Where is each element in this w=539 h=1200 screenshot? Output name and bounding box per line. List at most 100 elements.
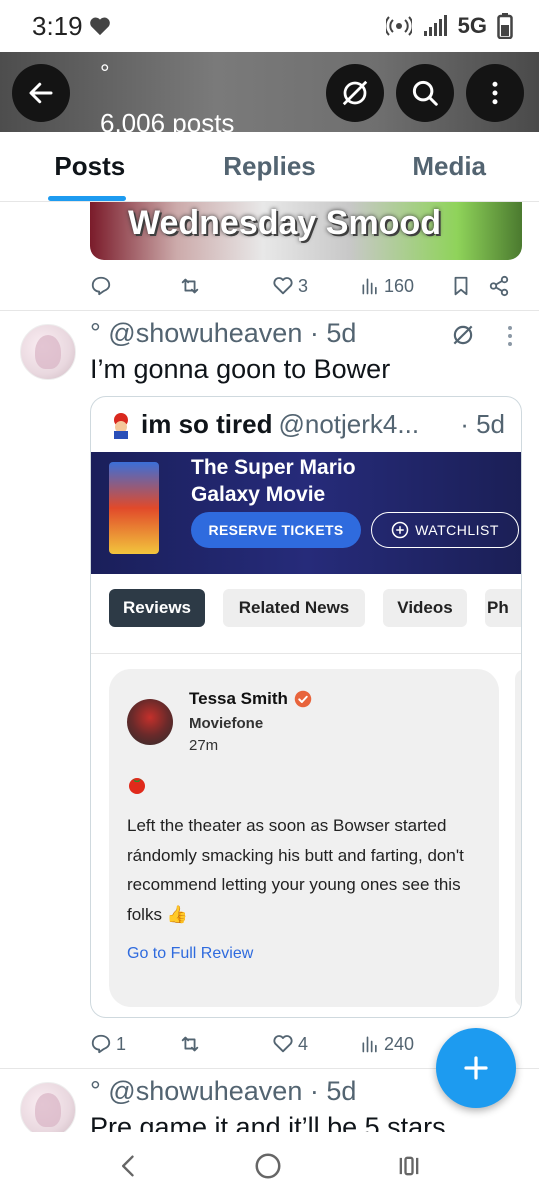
views-count: 160 <box>384 275 415 296</box>
repost-button[interactable] <box>178 1033 202 1055</box>
previous-post-media[interactable]: Wednesday Smood <box>90 202 522 260</box>
views-chart-icon <box>362 278 377 295</box>
search-icon <box>412 80 438 106</box>
avatar[interactable] <box>20 1082 76 1132</box>
like-count: 3 <box>298 275 309 296</box>
chip-related-news[interactable]: Related News <box>223 589 365 627</box>
reply-icon <box>91 1034 111 1054</box>
next-post-header[interactable]: ° @showuheaven · 5d <box>90 1076 356 1107</box>
post-header[interactable]: ° @showuheaven · 5d <box>90 318 356 349</box>
plus-circle-icon <box>391 521 409 539</box>
compose-post-button[interactable] <box>436 1028 516 1108</box>
tomato-icon <box>129 778 145 794</box>
plus-icon <box>464 1056 488 1080</box>
repost-button[interactable] <box>178 275 202 297</box>
profile-tabs: Posts Replies Media <box>0 132 539 202</box>
next-post-handle-line: ° @showuheaven · 5d <box>90 1076 357 1106</box>
next-review-card[interactable] <box>515 669 521 1007</box>
reply-count: 1 <box>116 1033 127 1054</box>
grok-post-icon[interactable] <box>450 322 476 348</box>
full-review-link[interactable]: Go to Full Review <box>127 945 253 963</box>
repost-icon <box>181 1036 199 1052</box>
reply-icon <box>91 276 111 296</box>
tab-media[interactable]: Media <box>359 132 539 201</box>
review-card[interactable]: Tessa Smith Moviefone 27m Left the theat… <box>109 669 499 1007</box>
heart-status-icon <box>89 17 110 36</box>
banner-blur <box>0 52 539 132</box>
profile-name: ° <box>100 60 110 87</box>
watchlist-button[interactable]: WATCHLIST <box>371 512 519 548</box>
quoted-post[interactable]: im so tired @notjerk4... · 5d The Super … <box>90 396 522 1018</box>
timeline-feed[interactable]: Wednesday Smood 3 160 ° @showuheaven · 5… <box>0 202 539 1132</box>
bookmark-icon <box>454 276 468 296</box>
watchlist-label: WATCHLIST <box>415 522 499 538</box>
quoted-post-header: im so tired @notjerk4... <box>107 409 419 440</box>
profile-header: ° 6,006 posts <box>0 52 539 132</box>
heart-icon <box>273 277 293 295</box>
reviewer-name-row: Tessa Smith <box>189 689 312 709</box>
post-divider <box>0 310 539 311</box>
mario-avatar-icon <box>114 412 128 439</box>
movie-banner: The Super Mario Galaxy Movie RESERVE TIC… <box>91 452 521 574</box>
post-handle-line: ° @showuheaven · 5d <box>90 318 357 348</box>
system-nav-bar <box>0 1132 539 1200</box>
chip-photos[interactable]: Ph <box>485 589 521 627</box>
movie-title: The Super Mario Galaxy Movie <box>191 456 356 506</box>
share-icon <box>489 275 509 297</box>
reserve-tickets-button[interactable]: RESERVE TICKETS <box>191 512 361 548</box>
tab-posts[interactable]: Posts <box>0 132 180 201</box>
avatar[interactable] <box>20 324 76 380</box>
post-more-icon[interactable] <box>500 324 520 348</box>
reviewer-source: Moviefone <box>189 715 264 732</box>
clock-text: 3:19 <box>32 10 83 41</box>
posts-count: 6,006 posts <box>100 108 235 132</box>
back-button[interactable] <box>12 64 70 122</box>
tab-replies[interactable]: Replies <box>180 132 360 201</box>
views-button[interactable]: 240 <box>360 1034 414 1055</box>
share-button[interactable] <box>488 275 510 297</box>
more-vertical-icon <box>492 81 498 105</box>
quoted-name: im so tired <box>141 409 273 439</box>
grok-icon <box>342 80 368 106</box>
grok-button[interactable] <box>326 64 384 122</box>
post-text: I’m gonna goon to Bower <box>90 354 391 384</box>
signal-icon <box>423 15 447 36</box>
bookmark-button[interactable] <box>450 274 472 298</box>
chip-videos[interactable]: Videos <box>383 589 467 627</box>
like-button[interactable]: 3 <box>272 275 308 297</box>
next-post-text: Pre game it and it’ll be 5 stars <box>90 1112 446 1132</box>
search-button[interactable] <box>396 64 454 122</box>
views-chart-icon <box>362 1036 377 1053</box>
chip-reviews[interactable]: Reviews <box>109 589 205 627</box>
chip-photos-label: Ph <box>487 598 509 617</box>
more-button[interactable] <box>466 64 524 122</box>
verified-badge-icon <box>294 690 312 708</box>
status-icons: 5G <box>385 13 513 39</box>
like-count: 4 <box>298 1033 309 1054</box>
reviewer-name: Tessa Smith <box>189 689 288 708</box>
status-bar: 3:19 5G <box>0 0 539 52</box>
hotspot-icon <box>385 16 412 36</box>
reply-button[interactable]: 1 <box>90 1033 126 1055</box>
review-time: 27m <box>189 737 219 754</box>
heart-icon <box>273 1035 293 1053</box>
arrow-left-icon <box>29 82 53 104</box>
views-count: 240 <box>384 1033 415 1054</box>
status-time: 3:19 <box>32 11 111 42</box>
review-separator <box>91 653 521 654</box>
quoted-handle: @notjerk4... <box>278 409 420 439</box>
like-button[interactable]: 4 <box>272 1033 308 1055</box>
quoted-time: · 5d <box>460 409 505 439</box>
back-nav-icon[interactable] <box>115 1152 143 1180</box>
previous-post-actions: 3 160 <box>90 266 522 306</box>
battery-icon <box>497 13 513 39</box>
reply-button[interactable] <box>90 275 112 297</box>
media-caption-text: Wednesday Smood <box>128 204 441 242</box>
views-button[interactable]: 160 <box>360 276 414 297</box>
filter-chips: Reviews Related News Videos Ph <box>91 589 521 629</box>
movie-poster <box>109 462 159 554</box>
recents-nav-icon[interactable] <box>394 1152 424 1180</box>
review-body: Left the theater as soon as Bowser start… <box>127 816 464 924</box>
home-nav-icon[interactable] <box>253 1151 283 1181</box>
repost-icon <box>181 278 199 294</box>
